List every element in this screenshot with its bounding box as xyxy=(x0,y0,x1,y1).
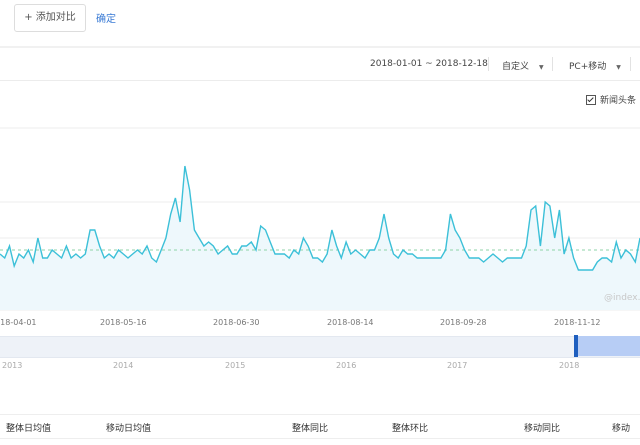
trend-chart xyxy=(0,127,640,311)
range-year-label: 2013 xyxy=(2,361,23,370)
range-year-label: 2016 xyxy=(336,361,357,370)
filter-bar: 2018-01-01 ~ 2018-12-18 自定义 ▼ PC+移动 ▼ xyxy=(0,48,640,81)
divider xyxy=(0,438,640,439)
top-toolbar: + 添加对比 确定 xyxy=(0,0,640,46)
x-tick-label: 2018-06-30 xyxy=(213,318,260,327)
mode-label: 自定义 xyxy=(502,62,530,72)
range-year-label: 2017 xyxy=(447,361,468,370)
confirm-link[interactable]: 确定 xyxy=(96,10,116,25)
range-year-label: 2014 xyxy=(113,361,134,370)
add-compare-button[interactable]: + 添加对比 xyxy=(14,4,86,32)
date-range-picker[interactable]: 2018-01-01 ~ 2018-12-18 xyxy=(370,59,488,69)
chevron-down-icon: ▼ xyxy=(539,64,544,71)
divider xyxy=(0,414,640,415)
stats-header: 移动同比 xyxy=(524,424,561,434)
stats-header: 移动 xyxy=(612,424,631,434)
device-dropdown[interactable]: PC+移动 ▼ xyxy=(569,59,621,72)
stats-header: 整体环比 xyxy=(392,424,429,434)
range-year-label: 2018 xyxy=(559,361,580,370)
x-tick-label: 2018-08-14 xyxy=(327,318,374,327)
range-handle[interactable] xyxy=(574,335,578,357)
stats-header: 整体同比 xyxy=(292,424,329,434)
watermark: @index.b xyxy=(604,293,640,303)
stats-header: 整体日均值 xyxy=(6,424,52,434)
range-selection[interactable] xyxy=(578,336,640,356)
divider xyxy=(488,57,489,71)
chevron-down-icon: ▼ xyxy=(616,64,621,71)
device-label: PC+移动 xyxy=(569,62,607,72)
x-tick-label: 2018-05-16 xyxy=(100,318,147,327)
range-slider-track[interactable] xyxy=(0,336,640,358)
mode-dropdown[interactable]: 自定义 ▼ xyxy=(502,59,544,72)
x-tick-label: 2018-04-01 xyxy=(0,318,37,327)
x-tick-label: 2018-11-12 xyxy=(554,318,601,327)
x-tick-label: 2018-09-28 xyxy=(440,318,487,327)
range-year-label: 2015 xyxy=(225,361,246,370)
divider xyxy=(552,57,553,71)
stats-header: 移动日均值 xyxy=(106,424,152,434)
divider xyxy=(630,57,631,71)
